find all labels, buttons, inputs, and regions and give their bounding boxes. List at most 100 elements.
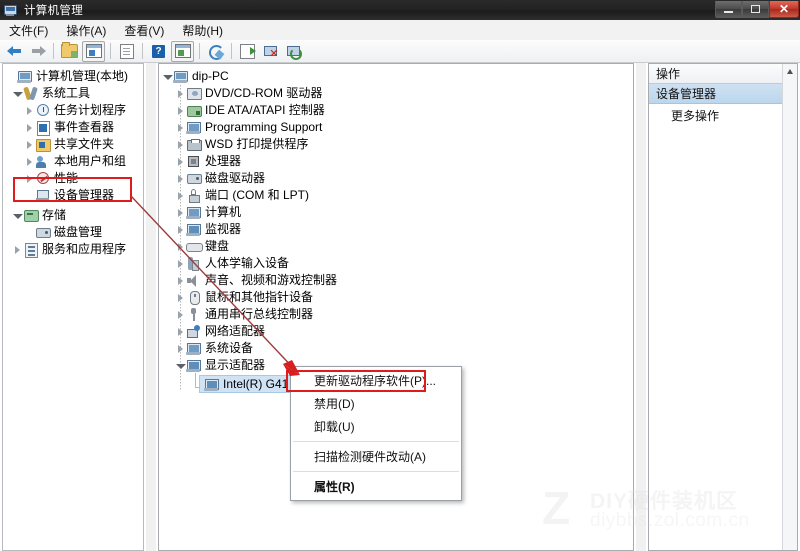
device-node-network-adapters[interactable]: 网络适配器 (159, 323, 633, 340)
device-node-sound[interactable]: 声音、视频和游戏控制器 (159, 272, 633, 289)
device-node-keyboards[interactable]: 键盘 (159, 238, 633, 255)
menu-action[interactable]: 操作(A) (57, 20, 115, 41)
toolbar-uninstall[interactable]: ✕ (260, 42, 281, 61)
sidebar-item-event-viewer[interactable]: 事件查看器 (3, 119, 143, 136)
device-node-monitors[interactable]: 监视器 (159, 221, 633, 238)
sidebar-item-services-and-applications[interactable]: 服务和应用程序 (3, 241, 143, 258)
expander-icon[interactable] (175, 221, 186, 238)
expander-icon[interactable] (175, 153, 186, 170)
actions-section-device-manager[interactable]: 设备管理器 (649, 84, 797, 104)
menu-file[interactable]: 文件(F) (0, 20, 57, 41)
expander-icon[interactable] (175, 170, 186, 187)
toolbar-separator (53, 43, 54, 59)
action-more-actions[interactable]: 更多操作 (649, 104, 797, 126)
device-node-computer[interactable]: 计算机 (159, 204, 633, 221)
expander-icon[interactable] (24, 136, 35, 153)
expander-open-icon[interactable] (175, 357, 186, 374)
toolbar-help[interactable]: ? (148, 42, 169, 61)
device-node-ports[interactable]: 端口 (COM 和 LPT) (159, 187, 633, 204)
toolbar-separator (199, 43, 200, 59)
expander-icon[interactable] (24, 102, 35, 119)
sidebar-item-system-tools[interactable]: 系统工具 (3, 85, 143, 102)
device-node-label: 磁盘驱动器 (205, 171, 266, 185)
expander-icon[interactable] (175, 102, 186, 119)
device-node-label: 显示适配器 (205, 358, 266, 372)
expander-icon[interactable] (175, 323, 186, 340)
toolbar-export[interactable] (237, 42, 258, 61)
close-button[interactable]: ✕ (769, 1, 799, 18)
local-users-groups-icon (35, 154, 51, 169)
expander-icon[interactable] (175, 187, 186, 204)
device-node-hid[interactable]: 人体学输入设备 (159, 255, 633, 272)
device-node-disk-drives[interactable]: 磁盘驱动器 (159, 170, 633, 187)
sound-icon (186, 273, 202, 288)
sidebar-label: 本地用户和组 (54, 154, 127, 168)
expander-icon[interactable] (175, 119, 186, 136)
computer-management-window: 计算机管理 ✕ 文件(F) 操作(A) 查看(V) 帮助(H) ? ✕ 计算机管… (0, 0, 800, 551)
toolbar-show-tree[interactable] (82, 40, 105, 62)
expander-icon[interactable] (175, 255, 186, 272)
sidebar-item-shared-folders[interactable]: 共享文件夹 (3, 136, 143, 153)
maximize-button[interactable] (742, 1, 769, 18)
menu-help[interactable]: 帮助(H) (173, 20, 232, 41)
expander-icon[interactable] (175, 136, 186, 153)
scroll-up-button[interactable] (783, 64, 796, 78)
ctx-scan-hardware[interactable]: 扫描检测硬件改动(A) (291, 445, 461, 468)
toolbar-scan[interactable] (283, 42, 304, 61)
ctx-disable[interactable]: 禁用(D) (291, 392, 461, 415)
expander-icon[interactable] (175, 272, 186, 289)
expander-open-icon[interactable] (12, 85, 23, 102)
sidebar-item-task-scheduler[interactable]: 任务计划程序 (3, 102, 143, 119)
sidebar-item-disk-management[interactable]: 磁盘管理 (3, 224, 143, 241)
expander-icon[interactable] (175, 340, 186, 357)
ctx-properties[interactable]: 属性(R) (291, 475, 461, 498)
sidebar-label: 共享文件夹 (54, 137, 115, 151)
menu-view[interactable]: 查看(V) (115, 20, 173, 41)
device-node-programming-support[interactable]: Programming Support (159, 119, 633, 136)
sidebar-item-storage[interactable]: 存储 (3, 207, 143, 224)
expander-icon[interactable] (175, 289, 186, 306)
programming-support-icon (186, 120, 202, 135)
expander-icon[interactable] (175, 204, 186, 221)
actions-scrollbar[interactable] (782, 64, 797, 550)
actions-header: 操作 (649, 64, 797, 84)
expander-icon[interactable] (24, 153, 35, 170)
expander-icon[interactable] (175, 306, 186, 323)
disk-management-icon (35, 225, 51, 240)
toolbar-action-pane[interactable] (171, 40, 194, 62)
device-node-label: 鼠标和其他指针设备 (205, 290, 314, 304)
refresh-icon (208, 44, 224, 60)
device-node-processor[interactable]: 处理器 (159, 153, 633, 170)
splitter-right[interactable] (636, 63, 646, 551)
expander-icon[interactable] (24, 119, 35, 136)
device-node-usb[interactable]: 通用串行总线控制器 (159, 306, 633, 323)
device-node-mice[interactable]: 鼠标和其他指针设备 (159, 289, 633, 306)
minimize-button[interactable] (715, 1, 742, 18)
device-node-ide[interactable]: IDE ATA/ATAPI 控制器 (159, 102, 633, 119)
expander-icon[interactable] (175, 85, 186, 102)
toolbar-back[interactable] (4, 42, 25, 61)
sidebar-item-local-users-groups[interactable]: 本地用户和组 (3, 153, 143, 170)
system-tools-icon (23, 86, 39, 101)
expander-icon[interactable] (175, 238, 186, 255)
toolbar-separator (231, 43, 232, 59)
tree-root-computer-management[interactable]: 计算机管理(本地) (3, 68, 143, 85)
expander-open-icon[interactable] (162, 68, 173, 85)
device-node-label: 系统设备 (205, 341, 254, 355)
device-node-wsd-print[interactable]: WSD 打印提供程序 (159, 136, 633, 153)
device-node-dvd[interactable]: DVD/CD-ROM 驱动器 (159, 85, 633, 102)
expander-open-icon[interactable] (12, 207, 23, 224)
toolbar-up-folder[interactable] (59, 42, 80, 61)
tree-root-label: 计算机管理(本地) (36, 69, 128, 83)
splitter-left[interactable] (146, 63, 156, 551)
toolbar-forward[interactable] (27, 42, 48, 61)
device-node-system-devices[interactable]: 系统设备 (159, 340, 633, 357)
expander-icon[interactable] (12, 241, 23, 258)
device-tree: dip-PC DVD/CD-ROM 驱动器 IDE ATA/ATAPI 控制器 (159, 64, 633, 393)
ctx-uninstall[interactable]: 卸载(U) (291, 415, 461, 438)
toolbar-refresh[interactable] (205, 42, 226, 61)
ctx-item-label: 扫描检测硬件改动(A) (314, 450, 426, 464)
toolbar-properties[interactable] (116, 42, 137, 61)
device-tree-root[interactable]: dip-PC (159, 68, 633, 85)
monitor-icon (186, 222, 202, 237)
